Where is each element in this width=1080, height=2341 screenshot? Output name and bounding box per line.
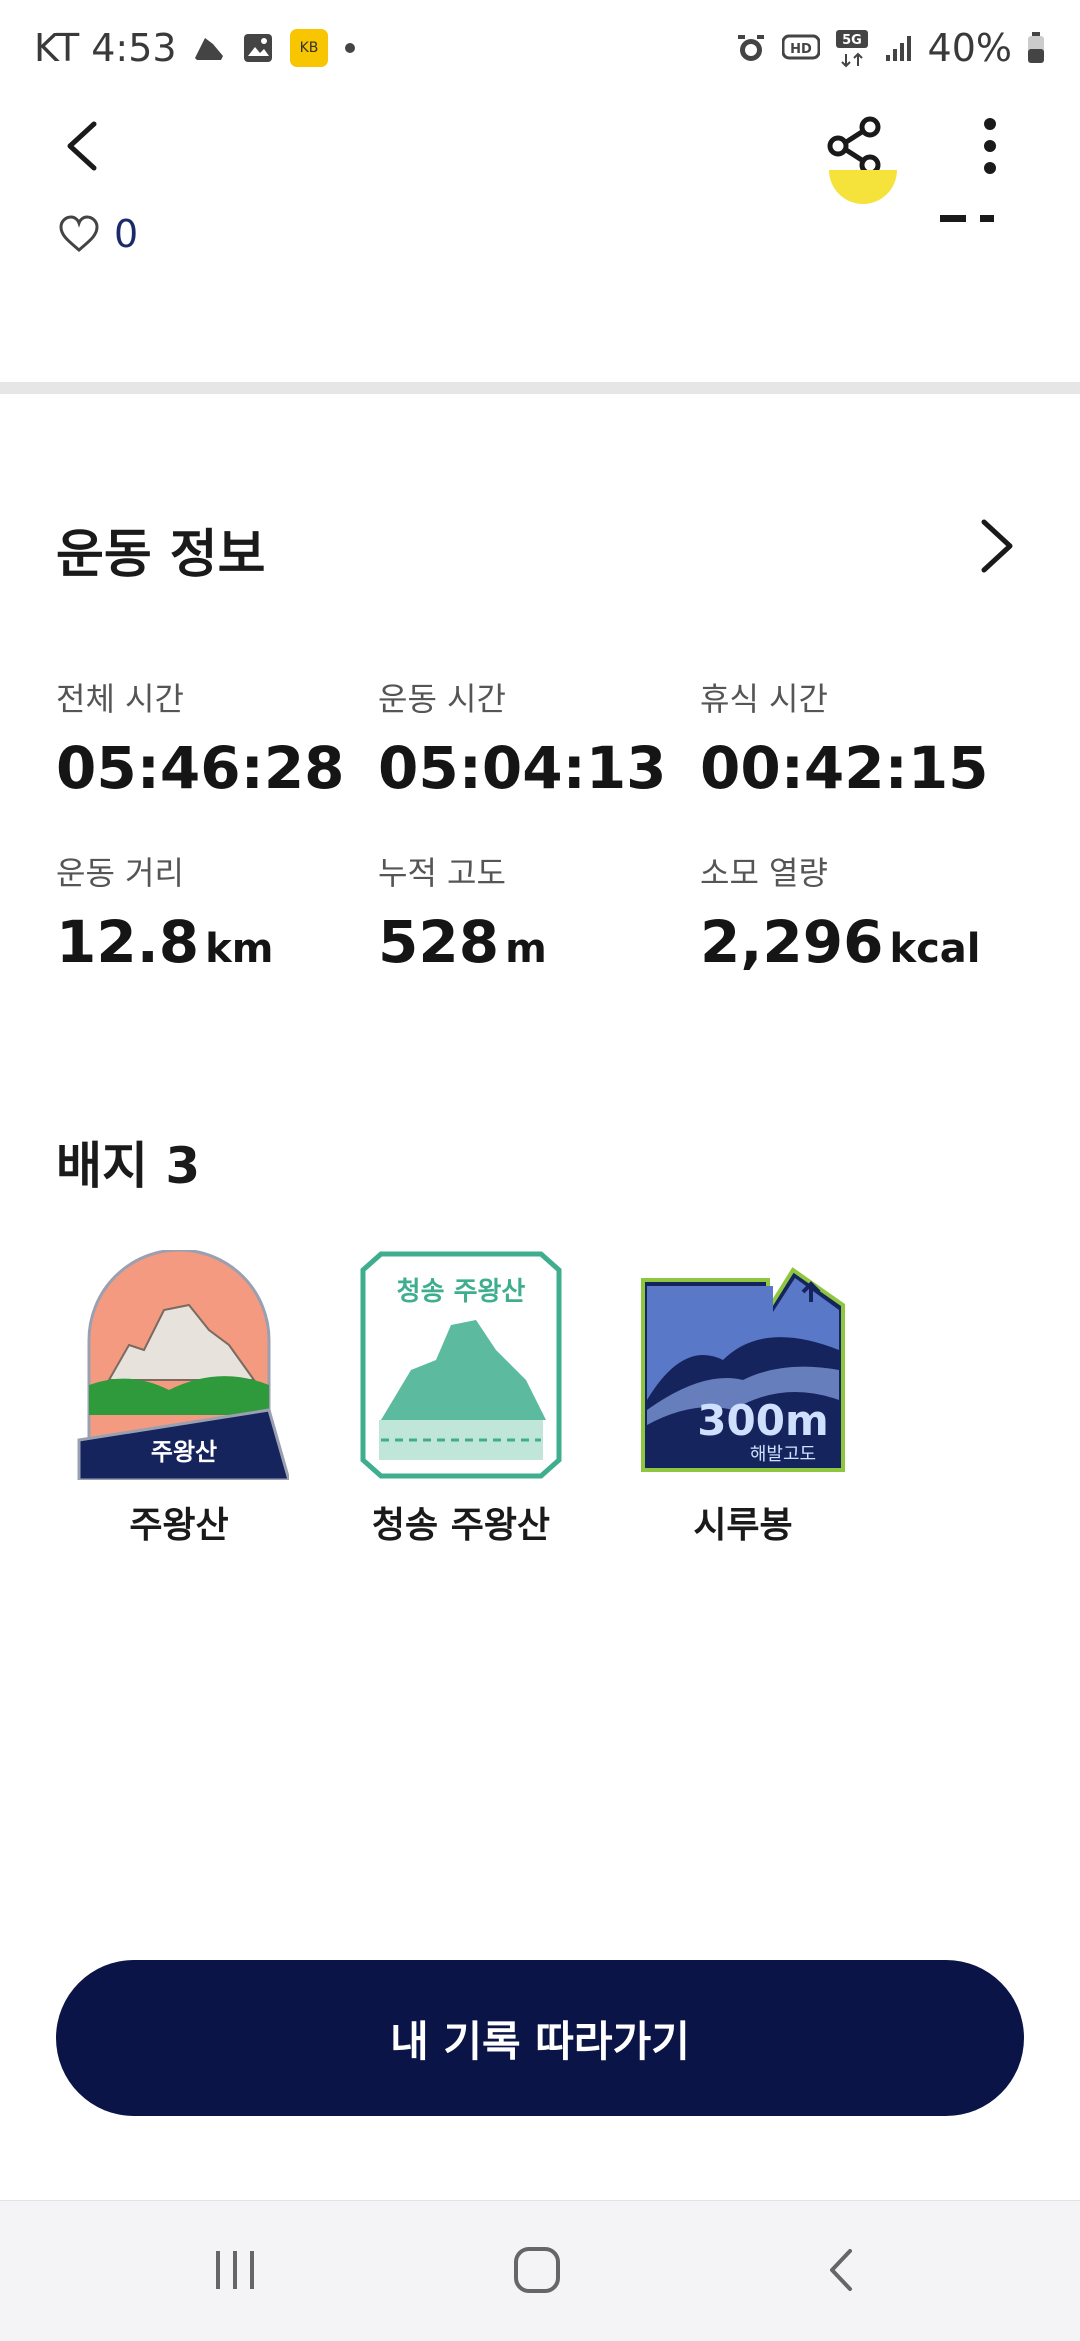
more-vertical-icon (984, 118, 996, 174)
system-back-button[interactable] (818, 2245, 868, 2299)
badge-item[interactable]: 300m 해발고도 시루봉 (628, 1250, 858, 1548)
stat-value: 12.8 (56, 908, 200, 976)
badge-mountain-juwangsan: 주왕산 (64, 1250, 294, 1480)
back-button[interactable] (54, 114, 118, 178)
badge-image-text: 300m (697, 1396, 828, 1445)
recent-apps-icon (216, 2251, 254, 2289)
home-button[interactable] (512, 2245, 562, 2299)
stat-label: 소모 열량 (700, 854, 828, 892)
kb-app-icon: KB (289, 28, 329, 68)
like-count: 0 (114, 212, 139, 256)
stat-label: 휴식 시간 (700, 680, 828, 718)
chevron-right-icon (981, 519, 1013, 573)
heart-icon (59, 215, 99, 253)
signal-icon (884, 33, 914, 63)
network-5g-icon: 5G (834, 28, 870, 68)
back-arrow-icon (830, 2249, 852, 2291)
stat-total-time: 전체 시간 05:46:28 (56, 674, 345, 802)
svg-text:5G: 5G (842, 33, 862, 48)
like-row[interactable]: 0 (58, 212, 138, 256)
carrier-time: KT 4:53 (34, 26, 177, 70)
stat-label: 운동 거리 (56, 854, 184, 892)
image-icon (241, 31, 275, 65)
stat-unit: km (205, 926, 274, 972)
chevron-left-icon (67, 121, 97, 171)
section-divider (0, 382, 1080, 394)
stat-rest-time: 휴식 시간 00:42:15 (700, 674, 989, 802)
system-nav-bar (0, 2200, 1080, 2341)
stat-distance: 운동 거리 12.8 km (56, 848, 273, 976)
recent-apps-button[interactable] (210, 2245, 260, 2299)
follow-my-record-button[interactable]: 내 기록 따라가기 (56, 1960, 1024, 2116)
stat-value: 528 (378, 908, 500, 976)
alarm-icon (734, 31, 768, 65)
notification-dot-icon (343, 41, 357, 55)
badge-image-subtext: 해발고도 (750, 1444, 816, 1465)
shoe-icon (191, 30, 227, 66)
stat-elevation: 누적 고도 528 m (378, 848, 547, 976)
svg-text:KB: KB (299, 40, 318, 56)
badge-name: 시루봉 (693, 1505, 793, 1546)
badges-title: 배지 3 (56, 1137, 201, 1195)
badge-item[interactable]: 주왕산 주왕산 (64, 1250, 294, 1548)
battery-percentage: 40% (927, 26, 1012, 70)
hd-voice-icon: HD (781, 33, 820, 63)
battery-icon (1026, 31, 1046, 65)
badge-name: 주왕산 (129, 1505, 229, 1546)
stat-label: 전체 시간 (56, 680, 184, 718)
stat-calories: 소모 열량 2,296 kcal (700, 848, 980, 976)
stat-exercise-time: 운동 시간 05:04:13 (378, 674, 667, 802)
exercise-info-title: 운동 정보 (56, 525, 266, 585)
partial-text-mark (940, 210, 996, 222)
stat-value: 05:46:28 (56, 734, 345, 802)
avatar (828, 170, 898, 234)
stat-unit: kcal (889, 926, 981, 972)
stat-value: 2,296 (700, 908, 884, 976)
badge-image-text: 청송 주왕산 (397, 1277, 526, 1307)
more-options-button[interactable] (958, 112, 1022, 180)
stat-value: 05:04:13 (378, 734, 667, 802)
status-bar: KT 4:53 KB HD 5G 40% (0, 0, 1080, 100)
home-icon (514, 2247, 560, 2293)
badge-item[interactable]: 청송 주왕산 청송 주왕산 (346, 1250, 576, 1548)
badge-image-text: 주왕산 (151, 1438, 217, 1466)
badge-siru-peak-elevation: 300m 해발고도 (628, 1250, 858, 1480)
stat-label: 운동 시간 (378, 680, 506, 718)
exercise-info-detail-button[interactable] (972, 514, 1022, 578)
stat-value: 00:42:15 (700, 734, 989, 802)
stat-label: 누적 고도 (378, 854, 506, 892)
badge-name: 청송 주왕산 (371, 1505, 551, 1546)
badge-cheongsong-juwangsan: 청송 주왕산 (346, 1250, 576, 1480)
stat-unit: m (505, 926, 547, 972)
app-bar (0, 100, 1080, 220)
svg-text:HD: HD (790, 42, 812, 57)
